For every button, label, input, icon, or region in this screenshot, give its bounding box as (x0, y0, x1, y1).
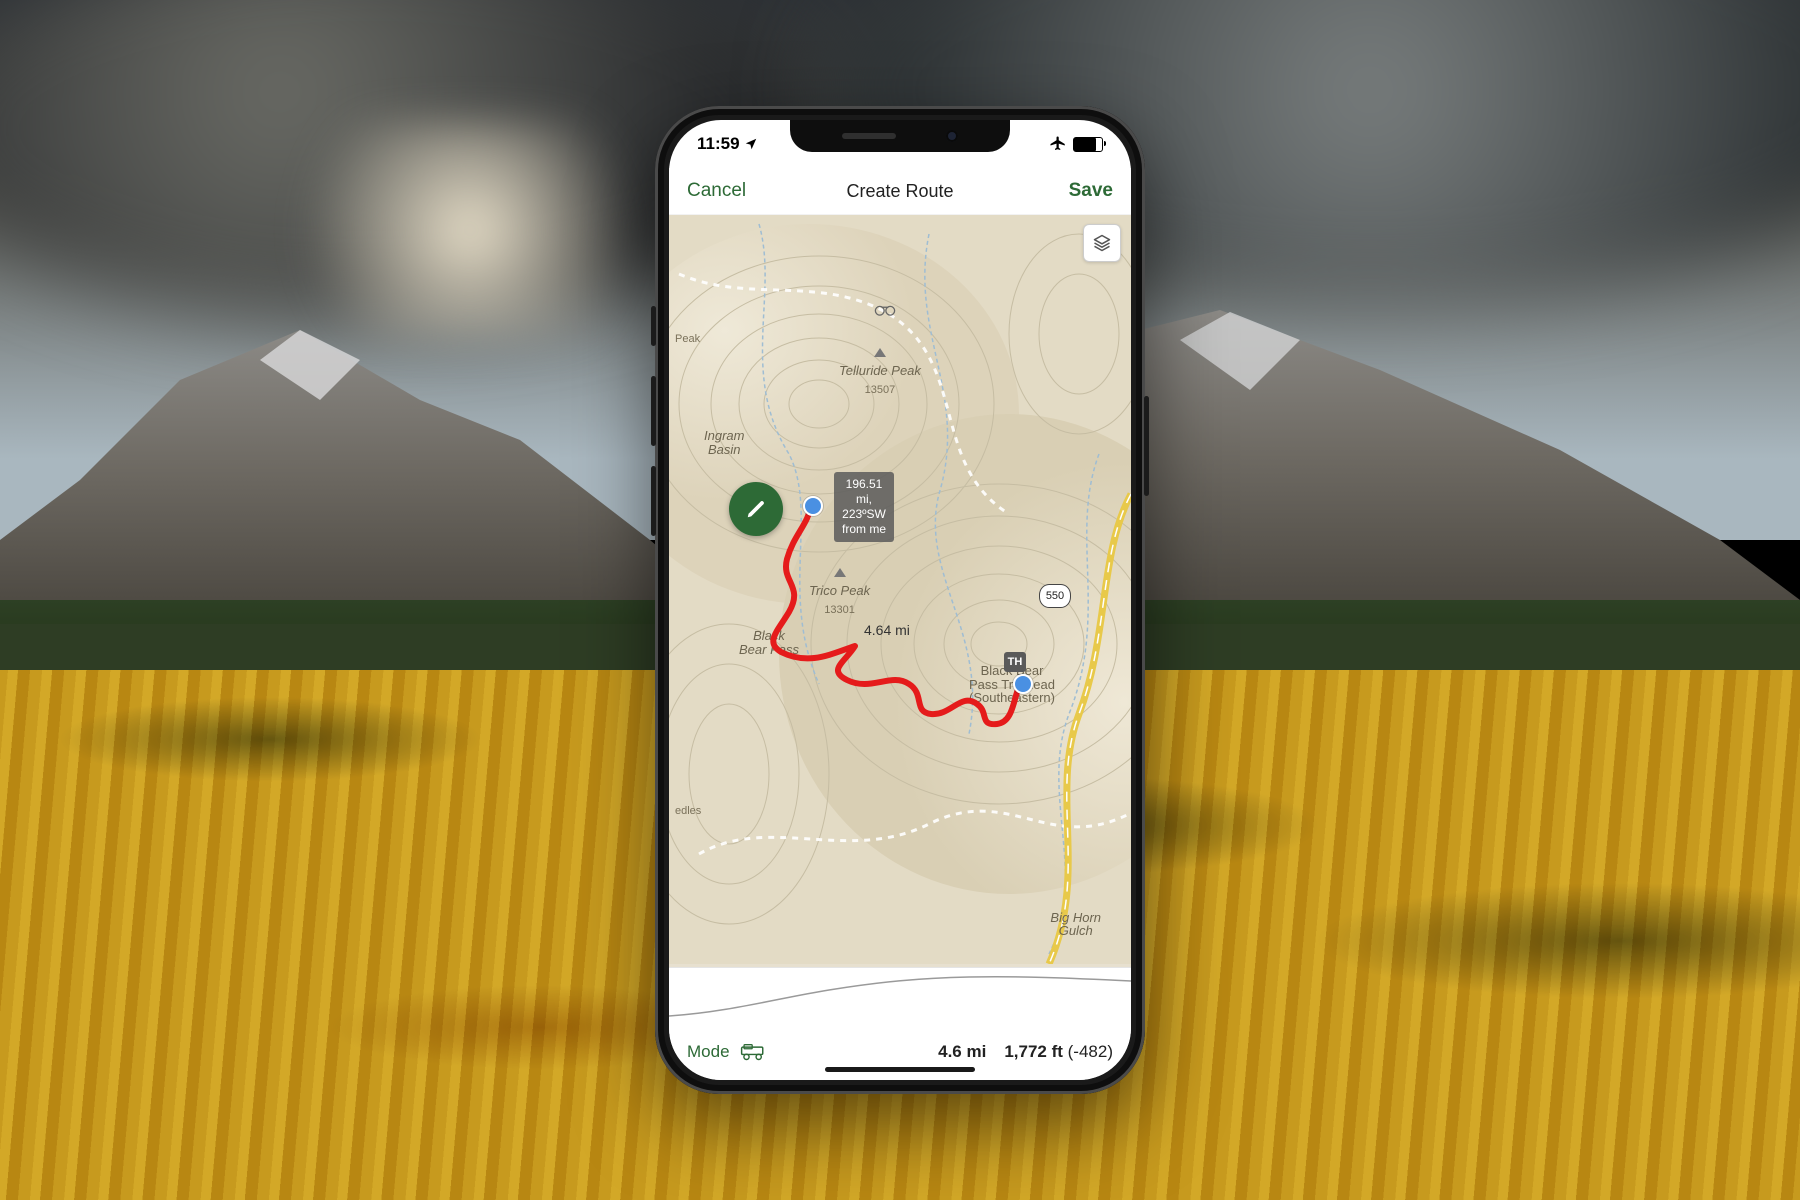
peak-icon (874, 348, 886, 357)
label-telluride-peak: Telluride Peak (839, 363, 921, 378)
map-canvas[interactable]: Ingram Basin Telluride Peak 13507 Trico … (669, 214, 1131, 968)
home-indicator[interactable] (825, 1067, 975, 1072)
nav-bar: Cancel Create Route Save (669, 168, 1131, 215)
phone-frame: 11:59 Cancel Create Route Save (655, 106, 1145, 1094)
highway-shield: 550 (1039, 584, 1071, 608)
label-needles: edles (675, 806, 701, 818)
stat-distance: 4.6 mi (938, 1042, 986, 1062)
trailhead-icon: TH (1004, 652, 1026, 672)
route-distance-label: 4.64 mi (864, 622, 910, 638)
battery-icon (1073, 137, 1103, 152)
status-time: 11:59 (697, 134, 740, 154)
save-button[interactable]: Save (1069, 180, 1113, 202)
route-start-dot[interactable] (803, 496, 823, 516)
trico-peak: Trico Peak 13301 (809, 564, 870, 618)
label-trico-elev: 13301 (824, 604, 855, 616)
notch (790, 120, 1010, 152)
edit-route-button[interactable] (729, 482, 783, 536)
airplane-mode-icon (1049, 135, 1067, 153)
location-services-icon (744, 137, 758, 151)
pencil-icon (745, 498, 767, 520)
peak-icon (834, 568, 846, 577)
label-trico-peak: Trico Peak (809, 583, 870, 598)
mode-button[interactable]: Mode (687, 1042, 730, 1062)
route-end-dot[interactable] (1013, 674, 1033, 694)
label-ingram-basin: Ingram Basin (704, 429, 744, 456)
elevation-profile[interactable] (669, 967, 1131, 1024)
label-black-bear-pass: Black Bear Pass (739, 629, 799, 656)
label-telluride-elev: 13507 (865, 384, 896, 396)
binoculars-icon (874, 302, 896, 316)
label-big-horn: Big Horn Gulch (1050, 911, 1101, 938)
label-peak: Peak (675, 334, 700, 346)
jeep-icon (740, 1043, 766, 1061)
layers-icon (1092, 233, 1112, 253)
route-stats: 4.6 mi 1,772 ft (-482) (938, 1042, 1113, 1062)
cancel-button[interactable]: Cancel (687, 180, 746, 202)
map-layers-button[interactable] (1083, 224, 1121, 262)
stat-elevation: 1,772 ft (-482) (1004, 1042, 1113, 1062)
distance-bearing-tooltip: 196.51 mi, 223ºSW from me (834, 472, 894, 542)
telluride-peak: Telluride Peak 13507 (839, 344, 921, 398)
phone-screen: 11:59 Cancel Create Route Save (669, 120, 1131, 1080)
